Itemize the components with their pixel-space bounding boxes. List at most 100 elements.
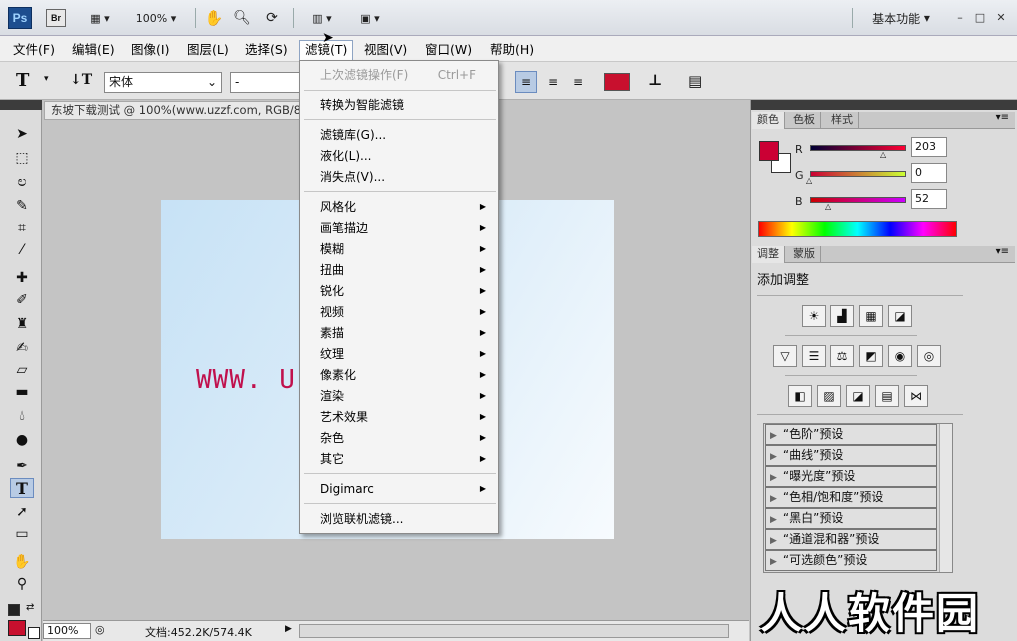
healing-brush-tool-icon[interactable]: ✚ (10, 268, 34, 288)
workspace-switcher[interactable]: 基本功能 ▾ (862, 9, 940, 27)
chevron-down-icon[interactable]: ▾ (44, 74, 49, 84)
menu-item-artistic[interactable]: 艺术效果 ▶ (320, 407, 492, 427)
minimize-icon[interactable]: – (952, 10, 968, 24)
pen-tool-icon[interactable]: ✒ (10, 456, 34, 476)
text-orientation-icon[interactable]: ↓T (70, 72, 92, 88)
eyedropper-tool-icon[interactable]: ⁄ (10, 240, 34, 260)
menu-item-browse-filters-online[interactable]: 浏览联机滤镜... (320, 509, 492, 529)
tab-masks[interactable]: 蒙版 (788, 246, 821, 263)
menu-window[interactable]: 窗口(W) (420, 40, 477, 60)
rotate-view-icon[interactable]: ⟳ (262, 9, 282, 27)
b-slider-thumb-icon[interactable]: △ (825, 202, 831, 211)
menu-layer[interactable]: 图层(L) (182, 40, 234, 60)
preset-black-white[interactable]: ▶ “黑白”预设 (765, 508, 937, 529)
black-white-icon[interactable]: ◩ (859, 345, 883, 367)
foreground-color-swatch[interactable] (8, 620, 26, 636)
hand-tool-icon[interactable]: ✋ (204, 9, 224, 27)
menu-item-sketch[interactable]: 素描 ▶ (320, 323, 492, 343)
preset-levels[interactable]: ▶ “色阶”预设 (765, 424, 937, 445)
clone-stamp-tool-icon[interactable]: ♜ (10, 314, 34, 334)
preset-curves[interactable]: ▶ “曲线”预设 (765, 445, 937, 466)
posterize-icon[interactable]: ▨ (817, 385, 841, 407)
curves-icon[interactable]: ▦ (859, 305, 883, 327)
preset-exposure[interactable]: ▶ “曝光度”预设 (765, 466, 937, 487)
channel-mixer-icon[interactable]: ◎ (917, 345, 941, 367)
exposure-icon[interactable]: ◪ (888, 305, 912, 327)
menu-item-stylize[interactable]: 风格化 ▶ (320, 197, 492, 217)
menu-select[interactable]: 选择(S) (240, 40, 293, 60)
close-icon[interactable]: ✕ (993, 10, 1009, 24)
menu-item-texture[interactable]: 纹理 ▶ (320, 344, 492, 364)
zoom-tool-icon[interactable]: 🔍︎ (232, 9, 252, 27)
zoom-tool-icon[interactable]: ⚲ (10, 574, 34, 594)
menu-image[interactable]: 图像(I) (126, 40, 174, 60)
r-channel-slider[interactable] (810, 145, 906, 151)
menu-item-render[interactable]: 渲染 ▶ (320, 386, 492, 406)
warp-text-icon[interactable]: ⊥ (648, 71, 662, 89)
gradient-map-icon[interactable]: ▤ (875, 385, 899, 407)
g-value-input[interactable]: 0 (911, 163, 947, 183)
preset-hue-saturation[interactable]: ▶ “色相/饱和度”预设 (765, 487, 937, 508)
maximize-icon[interactable]: □ (972, 10, 988, 24)
align-right-icon[interactable]: ≡ (568, 71, 588, 93)
b-value-input[interactable]: 52 (911, 189, 947, 209)
r-slider-thumb-icon[interactable]: △ (880, 150, 886, 159)
menu-item-noise[interactable]: 杂色 ▶ (320, 428, 492, 448)
document-tab[interactable]: 东坡下载测试 @ 100%(www.uzzf.com, RGB/8) (44, 101, 300, 120)
hand-tool-icon[interactable]: ✋ (10, 552, 34, 572)
path-selection-tool-icon[interactable]: ➚ (10, 502, 34, 522)
font-family-select[interactable]: 宋体 ⌄ (104, 72, 222, 93)
presets-scrollbar[interactable] (939, 424, 952, 572)
menu-file[interactable]: 文件(F) (8, 40, 60, 60)
eraser-tool-icon[interactable]: ▱ (10, 360, 34, 380)
lasso-tool-icon[interactable]: ಲ (10, 172, 34, 192)
character-panel-icon[interactable]: ▤ (688, 72, 702, 90)
canvas-text-layer[interactable]: WWW. U (196, 365, 296, 395)
menu-item-distort[interactable]: 扭曲 ▶ (320, 260, 492, 280)
brush-tool-icon[interactable]: ✐ (10, 290, 34, 310)
background-color-swatch[interactable] (28, 627, 40, 639)
swap-colors-icon[interactable]: ⇄ (26, 602, 34, 613)
menu-item-filter-gallery[interactable]: 滤镜库(G)... (320, 125, 492, 145)
g-channel-slider[interactable] (810, 171, 906, 177)
selective-color-icon[interactable]: ⋈ (904, 385, 928, 407)
menu-item-vanishing-point[interactable]: 消失点(V)... (320, 167, 492, 187)
text-color-swatch[interactable] (604, 73, 630, 91)
menu-item-pixelate[interactable]: 像素化 ▶ (320, 365, 492, 385)
g-slider-thumb-icon[interactable]: △ (806, 176, 812, 185)
tab-adjustments[interactable]: 调整 (752, 246, 785, 263)
align-left-icon[interactable]: ≡ (515, 71, 537, 93)
menu-view[interactable]: 视图(V) (359, 40, 412, 60)
menu-item-video[interactable]: 视频 ▶ (320, 302, 492, 322)
vibrance-icon[interactable]: ▽ (773, 345, 797, 367)
screen-mode-button[interactable]: ▣ ▾ (352, 9, 388, 27)
magic-wand-tool-icon[interactable]: ✎ (10, 196, 34, 216)
preset-channel-mixer[interactable]: ▶ “通道混和器”预设 (765, 529, 937, 550)
invert-icon[interactable]: ◧ (788, 385, 812, 407)
menu-edit[interactable]: 编辑(E) (67, 40, 120, 60)
type-tool-icon[interactable]: T (10, 478, 34, 498)
menu-item-liquify[interactable]: 液化(L)... (320, 146, 492, 166)
panel-menu-icon[interactable]: ▾≡ (996, 246, 1009, 257)
align-center-icon[interactable]: ≡ (543, 71, 563, 93)
status-menu-arrow-icon[interactable]: ▶ (285, 624, 292, 634)
color-spectrum-bar[interactable] (758, 221, 957, 237)
tab-styles[interactable]: 样式 (826, 112, 859, 129)
crop-tool-icon[interactable]: ⌗ (10, 218, 34, 238)
menu-item-convert-smart-filter[interactable]: 转换为智能滤镜 (320, 95, 492, 115)
color-balance-icon[interactable]: ⚖ (830, 345, 854, 367)
zoom-level-dropdown[interactable]: 100% ▾ (130, 9, 182, 27)
photo-filter-icon[interactable]: ◉ (888, 345, 912, 367)
dodge-tool-icon[interactable]: ● (10, 430, 34, 450)
menu-item-digimarc[interactable]: Digimarc ▶ (320, 479, 492, 499)
move-tool-icon[interactable]: ➤ (10, 124, 34, 144)
brightness-contrast-icon[interactable]: ☀ (802, 305, 826, 327)
font-style-select[interactable]: - (230, 72, 300, 93)
hue-saturation-icon[interactable]: ☰ (802, 345, 826, 367)
preset-selective-color[interactable]: ▶ “可选颜色”预设 (765, 550, 937, 571)
status-zoom-field[interactable]: 100% (43, 623, 91, 639)
default-colors-icon[interactable] (8, 604, 20, 616)
threshold-icon[interactable]: ◪ (846, 385, 870, 407)
tab-color[interactable]: 颜色 (752, 112, 785, 129)
type-tool-preset-icon[interactable]: T (16, 70, 29, 91)
